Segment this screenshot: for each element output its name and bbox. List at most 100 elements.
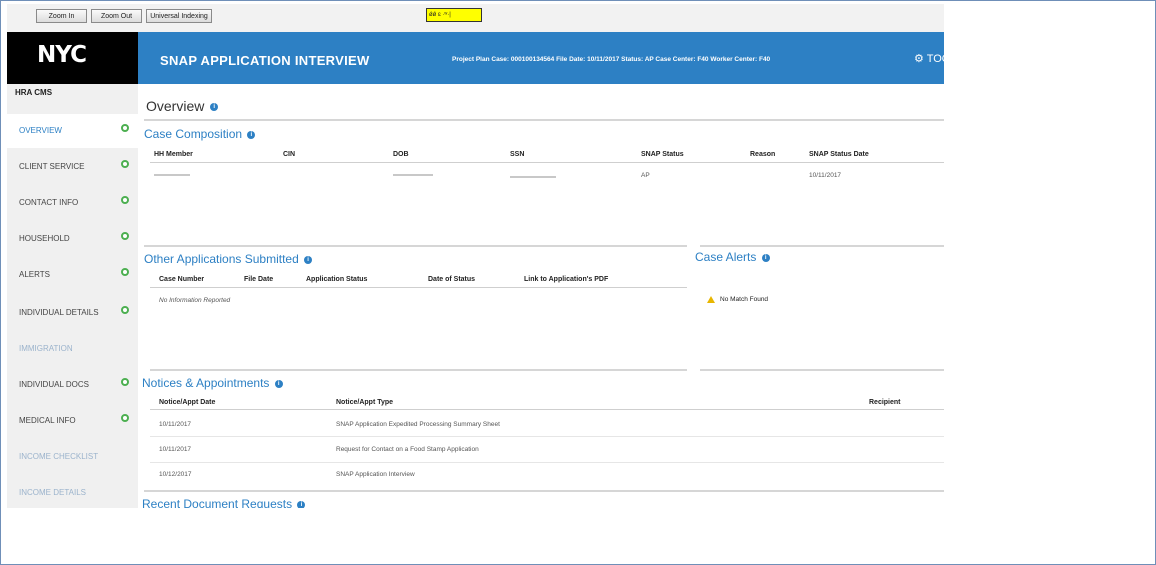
divider — [700, 369, 944, 371]
notice-date: 10/12/2017 — [159, 471, 192, 478]
brand-label: HRA CMS — [15, 88, 53, 97]
logo-text: NYC — [37, 42, 87, 68]
check-icon — [121, 196, 129, 204]
empty-message: No Information Reported — [159, 297, 231, 304]
check-icon — [121, 124, 129, 132]
table-rule — [150, 409, 944, 410]
column-header: CIN — [283, 151, 296, 158]
info-icon[interactable]: i — [247, 130, 256, 139]
redacted-value — [510, 176, 556, 178]
sidebar-item-label: CONTACT INFO — [19, 198, 79, 207]
recent-document-requests-heading: Recent Document Requests i — [142, 497, 306, 508]
section-title: Case Composition — [144, 127, 243, 141]
gear-icon: ⚙ — [914, 53, 924, 65]
sidebar-item-label: IMMIGRATION — [19, 344, 73, 353]
column-header: SNAP Status Date — [809, 151, 869, 158]
sidebar-item-label: INDIVIDUAL DETAILS — [19, 308, 99, 317]
sidebar-item-label: INCOME CHECKLIST — [19, 452, 99, 461]
viewer-toolbar: Zoom In Zoom Out Universal Indexing ǿǿ ɛ… — [7, 4, 944, 32]
sidebar-item-individual-details[interactable]: INDIVIDUAL DETAILS — [7, 296, 138, 330]
snap-status-value: AP — [641, 172, 650, 179]
info-icon[interactable]: i — [210, 103, 219, 112]
sidebar-item-medical-info[interactable]: MEDICAL INFO — [7, 404, 138, 438]
sidebar-item-label: HOUSEHOLD — [19, 234, 70, 243]
case-composition-heading: Case Composition i — [144, 127, 256, 141]
column-header: DOB — [393, 151, 409, 158]
notice-date: 10/11/2017 — [159, 446, 192, 453]
check-icon — [121, 378, 129, 386]
redacted-value — [154, 174, 190, 176]
sidebar-item-individual-docs[interactable]: INDIVIDUAL DOCS — [7, 368, 138, 402]
column-header: Case Number — [159, 276, 205, 283]
app-window: Zoom In Zoom Out Universal Indexing ǿǿ ɛ… — [7, 4, 944, 508]
tools-label: TOO — [926, 53, 944, 65]
notices-heading: Notices & Appointments i — [142, 376, 283, 390]
sidebar-item-label: INDIVIDUAL DOCS — [19, 380, 89, 389]
column-header: Application Status — [306, 276, 368, 283]
row-divider — [150, 462, 944, 463]
column-header: File Date — [244, 276, 274, 283]
case-alert-message: No Match Found — [720, 296, 769, 303]
column-header: Recipient — [869, 399, 901, 406]
column-header: HH Member — [154, 151, 193, 158]
check-icon — [121, 160, 129, 168]
sidebar: HRA CMS OVERVIEW CLIENT SERVICE CONTACT … — [7, 84, 138, 508]
zoom-field[interactable]: ǿǿ ɛ ·ʷ·| — [426, 8, 482, 22]
zoom-in-button[interactable]: Zoom In — [36, 9, 87, 23]
info-icon[interactable]: i — [274, 379, 283, 388]
section-title: Recent Document Requests — [142, 497, 293, 508]
sidebar-item-immigration[interactable]: IMMIGRATION — [7, 332, 138, 366]
other-applications-heading: Other Applications Submitted i — [144, 252, 313, 266]
check-icon — [121, 232, 129, 240]
tools-menu[interactable]: ⚙ TOO — [914, 52, 944, 65]
check-icon — [121, 414, 129, 422]
notice-date: 10/11/2017 — [159, 421, 192, 428]
section-title: Notices & Appointments — [142, 376, 270, 390]
column-header: SNAP Status — [641, 151, 684, 158]
sidebar-item-household[interactable]: HOUSEHOLD — [7, 222, 138, 256]
divider — [144, 490, 944, 492]
case-alerts-heading: Case Alerts i — [695, 250, 770, 264]
sidebar-item-income-checklist[interactable]: INCOME CHECKLIST — [7, 440, 138, 474]
column-header: Date of Status — [428, 276, 476, 283]
row-divider — [150, 436, 944, 437]
sidebar-item-income-details[interactable]: INCOME DETAILS — [7, 476, 138, 508]
sidebar-item-client-service[interactable]: CLIENT SERVICE — [7, 150, 138, 184]
warning-icon — [707, 296, 715, 303]
divider — [144, 119, 944, 121]
column-header: SSN — [510, 151, 525, 158]
info-icon[interactable]: i — [297, 500, 306, 508]
sidebar-item-alerts[interactable]: ALERTS — [7, 258, 138, 292]
sidebar-item-label: MEDICAL INFO — [19, 416, 76, 425]
overview-title: Overview — [146, 98, 205, 114]
app-header: SNAP APPLICATION INTERVIEW Project Plan … — [138, 32, 944, 84]
page-title: SNAP APPLICATION INTERVIEW — [160, 53, 370, 68]
snap-status-date-value: 10/11/2017 — [809, 172, 842, 179]
sidebar-item-label: CLIENT SERVICE — [19, 162, 85, 171]
info-icon[interactable]: i — [761, 253, 770, 262]
column-header: Link to Application's PDF — [524, 276, 609, 283]
universal-indexing-button[interactable]: Universal Indexing — [146, 9, 212, 23]
overview-heading: Overview i — [146, 98, 219, 114]
divider — [150, 369, 687, 371]
nyc-logo: NYC — [7, 32, 138, 84]
info-icon[interactable]: i — [304, 255, 313, 264]
column-header: Notice/Appt Date — [159, 399, 216, 406]
case-meta: Project Plan Case: 000100134564 File Dat… — [452, 56, 771, 63]
zoom-out-button[interactable]: Zoom Out — [91, 9, 142, 23]
divider — [144, 245, 687, 247]
column-header: Notice/Appt Type — [336, 399, 394, 406]
table-rule — [150, 162, 944, 163]
sidebar-item-label: ALERTS — [19, 270, 50, 279]
notice-type: Request for Contact on a Food Stamp Appl… — [336, 446, 479, 453]
notice-type: SNAP Application Interview — [336, 471, 415, 478]
section-title: Other Applications Submitted — [144, 252, 299, 266]
sidebar-item-overview[interactable]: OVERVIEW — [7, 114, 138, 148]
sidebar-item-contact-info[interactable]: CONTACT INFO — [7, 186, 138, 220]
column-header: Reason — [750, 151, 776, 158]
divider — [700, 245, 944, 247]
check-icon — [121, 306, 129, 314]
main-content: Overview i Case Composition i HH Member … — [138, 84, 944, 508]
check-icon — [121, 268, 129, 276]
redacted-value — [393, 174, 433, 176]
